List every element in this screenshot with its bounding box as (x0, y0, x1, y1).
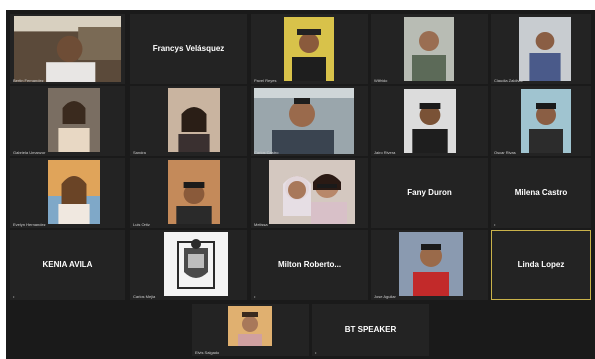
participant-name: Milena Castro (514, 188, 568, 198)
participant-video (284, 17, 334, 81)
participant-name: KENIA AVILA (42, 260, 93, 270)
participant-tile[interactable]: Luis Ortiz (130, 158, 247, 228)
participant-tile[interactable]: Elvis Salgado (192, 304, 309, 356)
participant-tile-active-speaker[interactable]: Linda Lopez (491, 230, 591, 300)
participant-video (168, 160, 220, 224)
participant-label: Carlos Mejia (133, 294, 156, 299)
participant-video (254, 88, 354, 154)
participant-tile[interactable]: Oscar Rivas (491, 86, 591, 156)
participant-tile[interactable]: Pavel Reyes (251, 14, 368, 84)
participant-video (399, 232, 463, 296)
participant-tile[interactable]: Milton Roberto... • (251, 230, 368, 300)
participant-label: • (494, 222, 496, 227)
participant-video (404, 17, 454, 81)
participant-tile[interactable]: BT SPEAKER • (312, 304, 429, 356)
participant-video (168, 88, 220, 152)
participant-name: Francys Velásquez (152, 44, 225, 54)
participant-video (48, 160, 100, 224)
participant-tile[interactable]: Sandra (130, 86, 247, 156)
participant-label: Luis Ortiz (133, 222, 150, 227)
participant-video (164, 232, 228, 296)
zoom-gallery: Bertin Fernandez Francys Velásquez Pavel… (6, 10, 595, 359)
participant-tile[interactable]: Evelyn Hernandez (10, 158, 125, 228)
participant-tile[interactable]: Jose Aguilar (371, 230, 488, 300)
participant-label: Wilfrido (374, 78, 388, 83)
participant-tile[interactable]: Carlos Castro (251, 86, 368, 156)
participant-label: Bertin Fernandez (13, 78, 44, 83)
participant-label: Claudia Zaldivar (494, 78, 523, 83)
participant-label: Jose Aguilar (374, 294, 396, 299)
participant-tile[interactable]: KENIA AVILA • (10, 230, 125, 300)
participant-name: Linda Lopez (517, 260, 565, 270)
participant-label: Sandra (133, 150, 146, 155)
participant-video (404, 89, 456, 153)
participant-video (14, 16, 121, 82)
participant-tile[interactable]: Wilfrido (371, 14, 488, 84)
participant-tile[interactable]: Fany Duron (371, 158, 488, 228)
participant-tile[interactable]: Claudia Zaldivar (491, 14, 591, 84)
participant-label: Elvis Salgado (195, 350, 220, 355)
participant-video (228, 306, 272, 346)
participant-name: Fany Duron (407, 188, 452, 198)
participant-tile[interactable]: Jairo Rivera (371, 86, 488, 156)
participant-label: Gabriela Umanzor (13, 150, 46, 155)
participant-label: Oscar Rivas (494, 150, 516, 155)
participant-video (521, 89, 571, 153)
participant-tile[interactable]: Melissa (251, 158, 368, 228)
participant-tile[interactable]: Francys Velásquez (130, 14, 247, 84)
participant-tile[interactable]: Gabriela Umanzor (10, 86, 125, 156)
participant-name: Milton Roberto... (277, 260, 342, 270)
participant-tile[interactable]: Milena Castro • (491, 158, 591, 228)
participant-label: Carlos Castro (254, 150, 279, 155)
participant-tile[interactable]: Carlos Mejia (130, 230, 247, 300)
participant-video (519, 17, 571, 81)
participant-tile[interactable]: Bertin Fernandez (10, 14, 125, 84)
participant-video (48, 88, 100, 152)
participant-label: Jairo Rivera (374, 150, 396, 155)
participant-label: Pavel Reyes (254, 78, 277, 83)
participant-label: • (13, 294, 15, 299)
participant-video (269, 160, 355, 224)
participant-name: BT SPEAKER (344, 325, 397, 335)
participant-label: • (315, 350, 317, 355)
participant-label: Melissa (254, 222, 268, 227)
participant-label: Evelyn Hernandez (13, 222, 46, 227)
participant-label: • (254, 294, 256, 299)
